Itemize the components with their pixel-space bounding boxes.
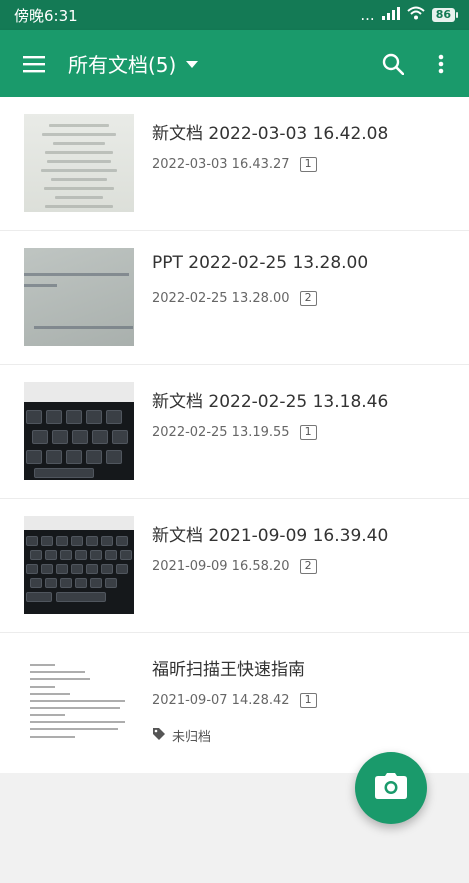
document-meta: 2021-09-07 14.28.42 1	[152, 693, 317, 708]
battery-icon: 86	[431, 8, 459, 22]
status-bar: 傍晚6:31 ... 86	[0, 0, 469, 30]
document-thumbnail	[24, 382, 134, 480]
camera-button[interactable]	[355, 752, 427, 824]
document-list: 新文档 2022-03-03 16.42.08 2022-03-03 16.43…	[0, 97, 469, 773]
document-date: 2022-02-25 13.28.00	[152, 291, 290, 306]
document-thumbnail	[24, 114, 134, 212]
page-count-badge: 1	[299, 157, 317, 172]
status-time: 傍晚6:31	[14, 6, 78, 25]
search-icon[interactable]	[371, 42, 415, 86]
document-title: PPT 2022-02-25 13.28.00	[152, 253, 369, 273]
more-vertical-icon[interactable]	[419, 42, 463, 86]
document-date: 2021-09-09 16.58.20	[152, 559, 290, 574]
document-meta: 2022-02-25 13.19.55 1	[152, 425, 317, 440]
tag-icon	[152, 727, 166, 745]
app-bar: 所有文档(5)	[0, 30, 469, 97]
document-date: 2022-03-03 16.43.27	[152, 157, 290, 172]
document-row[interactable]: 新文档 2021-09-09 16.39.40 2021-09-09 16.58…	[0, 499, 469, 633]
document-meta: 2022-02-25 13.28.00 2	[152, 291, 317, 306]
page-count-badge: 1	[299, 425, 317, 440]
chevron-down-icon	[186, 61, 199, 68]
document-title: 新文档 2021-09-09 16.39.40	[152, 526, 389, 546]
wifi-icon	[407, 6, 425, 24]
status-icons: ... 86	[360, 5, 459, 24]
folder-dropdown[interactable]: 所有文档(5)	[68, 49, 199, 78]
page-count-badge: 1	[299, 693, 317, 708]
document-date: 2022-02-25 13.19.55	[152, 425, 290, 440]
camera-icon	[375, 773, 407, 803]
document-meta: 2021-09-09 16.58.20 2	[152, 559, 317, 574]
page-title: 所有文档(5)	[68, 53, 177, 77]
document-row[interactable]: PPT 2022-02-25 13.28.00 2022-02-25 13.28…	[0, 231, 469, 365]
document-thumbnail	[24, 248, 134, 346]
document-title: 福昕扫描王快速指南	[152, 660, 305, 680]
hamburger-menu-icon[interactable]	[12, 42, 56, 86]
document-row[interactable]: 新文档 2022-03-03 16.42.08 2022-03-03 16.43…	[0, 97, 469, 231]
document-thumbnail	[24, 650, 134, 748]
page-count-badge: 2	[299, 291, 317, 306]
document-tag: 未归档	[152, 726, 211, 745]
document-date: 2021-09-07 14.28.42	[152, 693, 290, 708]
document-meta: 2022-03-03 16.43.27 1	[152, 157, 317, 172]
tag-label: 未归档	[172, 730, 212, 745]
document-title: 新文档 2022-02-25 13.18.46	[152, 392, 389, 412]
document-thumbnail	[24, 516, 134, 614]
document-row[interactable]: 新文档 2022-02-25 13.18.46 2022-02-25 13.19…	[0, 365, 469, 499]
signal-icon	[381, 6, 400, 24]
document-title: 新文档 2022-03-03 16.42.08	[152, 124, 389, 144]
page-count-badge: 2	[299, 559, 317, 574]
notification-dots-icon: ...	[360, 5, 375, 24]
